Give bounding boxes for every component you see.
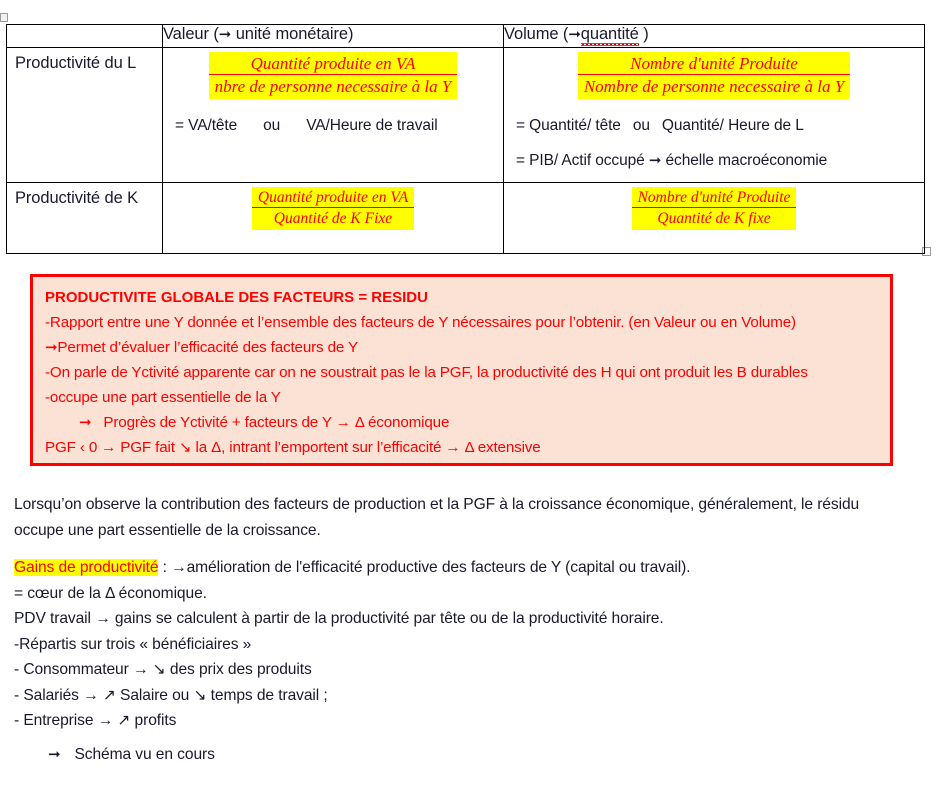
paragraph-contribution-line2: occupe une part essentielle de la croiss… — [14, 521, 321, 539]
line-salaries: - Salariés → ↗ Salaire ou ↘ temps de tra… — [14, 686, 328, 704]
row-label-productivite-l: Productivité du L — [6, 47, 163, 183]
callout-line-rapport: -Rapport entre une Y donnée et l’ensembl… — [45, 314, 796, 331]
line-schema-vu-en-cours: ➞ Schéma vu en cours — [48, 742, 938, 768]
fraction-unites-per-personne: Nombre d'unité Produite Nombre de person… — [577, 52, 851, 99]
callout-title: PRODUCTIVITE GLOBALE DES FACTEURS = RESI… — [45, 289, 428, 306]
arrow-right-icon: ➞ — [648, 150, 662, 169]
line-coeur-croissance: = cœur de la Δ économique. — [14, 584, 207, 602]
line-repartis-beneficiaires: -Répartis sur trois « bénéficiaires » — [14, 635, 252, 653]
equation-conjunction: ou — [632, 116, 650, 134]
callout-box-pgf: PRODUCTIVITE GLOBALE DES FACTEURS = RESI… — [30, 274, 893, 466]
table-row: Productivité de K Quantité produite en V… — [6, 182, 925, 254]
schema-text: Schéma vu en cours — [74, 746, 215, 763]
cell-volume-productivite-l: Nombre d'unité Produite Nombre de person… — [503, 47, 925, 183]
arrow-right-icon: ➞ — [79, 413, 92, 431]
row-label-text: Productivité de K — [15, 189, 139, 207]
callout-line-progres: ➞ Progrès de Yctivité + facteurs de Y → Δ… — [45, 410, 880, 435]
equation-part-b: échelle macroéconomie — [661, 151, 828, 169]
header-volume-post: quantité — [580, 25, 639, 43]
arrow-right-icon: ➞ — [48, 745, 61, 763]
header-valeur: Valeur (➞ unité monétaire) — [162, 24, 504, 48]
header-volume: Volume (➞quantité ) — [503, 24, 925, 48]
fraction-numerator: Nombre d'unité Produite — [577, 52, 851, 76]
paragraph-contribution-line1: Lorsqu’on observe la contribution des fa… — [14, 496, 860, 513]
fraction-va-per-personne: Quantité produite en VA nbre de personne… — [208, 52, 458, 99]
fraction-denominator: Nombre de personne necessaire à la Y — [583, 77, 845, 97]
arrow-right-icon: ➞ — [218, 25, 232, 43]
callout-line-pgf-negatif: PGF ‹ 0 → PGF fait ↘ la Δ, intrant l’emp… — [45, 439, 541, 456]
row-label-text: Productivité du L — [15, 54, 137, 72]
cell-valeur-productivite-k: Quantité produite en VA Quantité de K Fi… — [162, 182, 504, 254]
fraction-numerator: Quantité produite en VA — [251, 187, 415, 209]
header-empty — [6, 24, 163, 48]
equation-part-a: = PIB/ Actif occupé — [516, 151, 645, 169]
header-valeur-pre: Valeur ( — [163, 25, 219, 43]
fraction-denominator: Quantité de K Fixe — [273, 210, 393, 228]
paragraph-contribution: Lorsqu’on observe la contribution des fa… — [14, 492, 924, 543]
fraction-denominator: Quantité de K fixe — [657, 210, 771, 228]
productivity-table: Valeur (➞ unité monétaire) Volume (➞quan… — [6, 24, 925, 254]
gains-heading-rest: : →amélioration de l'efficacité producti… — [158, 559, 691, 576]
fraction-va-per-capital: Quantité produite en VA Quantité de K Fi… — [251, 187, 415, 230]
line-consommateur: - Consommateur → ↘ des prix des produits — [14, 661, 312, 678]
equation-part-b: VA/Heure de travail — [306, 116, 438, 134]
callout-line-occupe: -occupe une part essentielle de la Y — [45, 389, 281, 406]
line-entreprise: - Entreprise → ↗ profits — [14, 712, 177, 729]
row-label-productivite-k: Productivité de K — [6, 182, 163, 254]
fraction-numerator: Quantité produite en VA — [208, 52, 458, 76]
schema-paragraph: ➞ Schéma vu en cours — [48, 742, 938, 768]
table-header-row: Valeur (➞ unité monétaire) Volume (➞quan… — [6, 24, 925, 48]
gains-label-highlight: Gains de productivité — [14, 559, 159, 576]
fraction-unites-per-capital: Nombre d'unité Produite Quantité de K fi… — [631, 187, 797, 230]
section-gains-de-productivite: Gains de productivité : →amélioration de… — [14, 555, 924, 734]
header-valeur-post: unité monétaire) — [231, 25, 354, 43]
equation-quantite-tete: = Quantité/ tête ou Quantité/ Heure de L — [516, 117, 918, 135]
line-pdv-travail: PDV travail → gains se calculent à parti… — [14, 610, 664, 627]
header-volume-pre: Volume ( — [504, 25, 569, 43]
table-move-handle[interactable] — [0, 13, 8, 22]
equation-pib-actif: = PIB/ Actif occupé ➞ échelle macroécono… — [516, 151, 918, 170]
cell-volume-productivite-k: Nombre d'unité Produite Quantité de K fi… — [503, 182, 925, 254]
equation-part-a: = VA/tête — [175, 116, 238, 134]
header-volume-end: ) — [638, 25, 649, 43]
equation-conjunction: ou — [263, 116, 281, 134]
fraction-numerator: Nombre d'unité Produite — [631, 187, 797, 209]
equation-part-a: = Quantité/ tête — [516, 116, 621, 134]
table-row: Productivité du L Quantité produite en V… — [6, 47, 925, 183]
gains-heading: Gains de productivité : →amélioration de… — [14, 555, 924, 581]
fraction-denominator: nbre de personne necessaire à la Y — [214, 77, 452, 97]
callout-line-permet-text: Permet d’évaluer l’efficacité des facteu… — [57, 339, 358, 356]
equation-va-tete: = VA/tête ou VA/Heure de travail — [175, 117, 497, 135]
equation-part-b: Quantité/ Heure de L — [661, 116, 804, 134]
callout-line-yctivite: -On parle de Yctivité apparente car on n… — [45, 364, 808, 381]
arrow-right-icon: ➞ — [45, 338, 58, 356]
callout-line-progres-text: Progrès de Yctivité + facteurs de Y → Δ … — [103, 414, 450, 431]
callout-line-permet: ➞Permet d’évaluer l’efficacité des facte… — [45, 335, 880, 360]
cell-valeur-productivite-l: Quantité produite en VA nbre de personne… — [162, 47, 504, 183]
arrow-right-icon: ➞ — [568, 25, 581, 43]
